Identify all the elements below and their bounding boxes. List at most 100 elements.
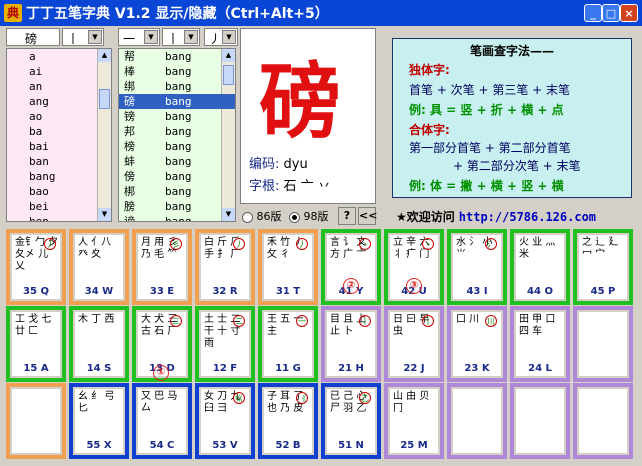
key-face: 白 斤 ⺁ 手 扌 厂 32 R丿	[201, 235, 249, 299]
char-list-item[interactable]: 绑 bang	[119, 79, 235, 94]
key-label: 44 O	[527, 286, 553, 297]
char-list[interactable]: ▲ ▼ 帮 bang 棒 bang 绑 bang 磅 bang 镑 bang 邦 bang 榜 bang 蚌…	[118, 48, 236, 222]
pinyin-list-item[interactable]: ai	[7, 64, 111, 79]
pinyin-list-item[interactable]: bao	[7, 184, 111, 199]
key-label: 34 W	[84, 286, 114, 297]
wubi-key[interactable]: 禾 竹 丿 攵 彳 31 T丿	[258, 229, 318, 305]
radio-86-label[interactable]: 86版	[257, 210, 282, 223]
radio-98[interactable]	[289, 211, 300, 223]
key-radicals: 又 巴 马 厶	[141, 391, 178, 414]
key-label: 12 F	[212, 363, 238, 374]
char-list-pinyin: bang	[165, 140, 192, 153]
char-list-item[interactable]: 谤 bang	[119, 214, 235, 221]
key-face: 工 戈 七 廿 匚 15 A	[12, 312, 60, 376]
minimize-button[interactable]: _	[584, 4, 602, 22]
char-list-item[interactable]: 蚌 bang	[119, 154, 235, 169]
wubi-key[interactable]	[510, 383, 570, 459]
wubi-key[interactable]: 土 士 二 干 十 寸 雨 12 F二	[195, 306, 255, 382]
wubi-key[interactable]: 日 曰 早 虫 22 J丨	[384, 306, 444, 382]
key-stroke-circle: 《	[296, 392, 308, 404]
key-face: 人 亻八 癶 夊 34 W	[75, 235, 123, 299]
char-list-item[interactable]: 梆 bang	[119, 184, 235, 199]
wubi-key[interactable]: 月 用 彡 乃 毛 ⺮ 33 E彡	[132, 229, 192, 305]
pinyin-scrollbar[interactable]: ▲ ▼	[97, 49, 111, 221]
wubi-key[interactable]: 田 甲 口 四 车 24 L	[510, 306, 570, 382]
wubi-key[interactable]: 山 由 贝 冂 25 M	[384, 383, 444, 459]
pinyin-list-item[interactable]: a	[7, 49, 111, 64]
wubi-key[interactable]: 工 戈 七 廿 匚 15 A	[6, 306, 66, 382]
wubi-key[interactable]: 已 己 心 尸 羽 乙 51 N乙	[321, 383, 381, 459]
wubi-key[interactable]: 又 巴 马 厶 54 C	[132, 383, 192, 459]
char-search-input[interactable]: 磅	[6, 28, 60, 46]
wubi-key[interactable]: 目 且 上 止 卜 21 H丨	[321, 306, 381, 382]
chevron-down-icon[interactable]: ▼	[184, 30, 198, 44]
chevron-down-icon[interactable]: ▼	[88, 30, 102, 44]
wubi-key[interactable]: 白 斤 ⺁ 手 扌 厂 32 R丿	[195, 229, 255, 305]
stroke3-select[interactable]: 丨 ▼	[162, 28, 200, 46]
radio-86[interactable]	[242, 211, 253, 223]
wubi-key[interactable]: 水 氵 小 ⺌ 43 I氵	[447, 229, 507, 305]
wubi-key[interactable]: 子 耳 了 也 乃 皮 52 B 《	[258, 383, 318, 459]
wubi-key[interactable]	[573, 383, 633, 459]
pinyin-list-item[interactable]: ang	[7, 94, 111, 109]
wubi-key[interactable]: 幺 纟 弓 匕 55 X	[69, 383, 129, 459]
key-label: 52 B	[275, 440, 301, 451]
char-list-item[interactable]: 邦 bang	[119, 124, 235, 139]
stroke4-select[interactable]: 丿 ▼	[204, 28, 238, 46]
pinyin-list-item[interactable]: ao	[7, 109, 111, 124]
char-list-char: 蚌	[124, 155, 135, 168]
key-face	[579, 389, 627, 453]
code-line: 编码: dyu	[249, 153, 308, 172]
chevron-down-icon[interactable]: ▼	[222, 30, 236, 44]
scroll-thumb[interactable]	[99, 89, 110, 109]
char-list-item[interactable]: 棒 bang	[119, 64, 235, 79]
wubi-key[interactable]: 火 业 灬 米 44 O	[510, 229, 570, 305]
close-button[interactable]: ×	[620, 4, 638, 22]
pinyin-list-item[interactable]: ben	[7, 214, 111, 221]
scroll-up-icon[interactable]: ▲	[98, 49, 111, 62]
wubi-key[interactable]: 之 辶 廴 冖 宀 45 P	[573, 229, 633, 305]
key-label: 45 P	[590, 286, 616, 297]
wubi-key[interactable]: 人 亻八 癶 夊 34 W	[69, 229, 129, 305]
wubi-key[interactable]: 口 川 23 K川	[447, 306, 507, 382]
char-search-value: 磅	[25, 32, 38, 46]
pinyin-list-item[interactable]: ban	[7, 154, 111, 169]
char-list-item[interactable]: 膀 bang	[119, 199, 235, 214]
wubi-key[interactable]: 王 五 一 主 11 G一	[258, 306, 318, 382]
wubi-key[interactable]: 木 丁 西 14 S	[69, 306, 129, 382]
char-list-item[interactable]: 镑 bang	[119, 109, 235, 124]
stroke1-select[interactable]: 丨 ▼	[62, 28, 104, 46]
pinyin-list-item[interactable]: bai	[7, 139, 111, 154]
collapse-button[interactable]: <<	[358, 207, 377, 225]
char-list-char: 绑	[124, 80, 135, 93]
maximize-button[interactable]: □	[602, 4, 620, 22]
char-list-item[interactable]: 磅 bang	[119, 94, 235, 109]
key-stroke-circle: 乙	[359, 392, 371, 404]
wubi-key[interactable]	[573, 306, 633, 382]
key-stroke-circle: 巛	[233, 392, 245, 404]
wubi-key[interactable]: 女 刀 九 臼 彐 53 V巛	[195, 383, 255, 459]
char-list-item[interactable]: 傍 bang	[119, 169, 235, 184]
method-line: + 第二部分次笔 + 末笔	[453, 159, 581, 173]
pinyin-list-item[interactable]: ba	[7, 124, 111, 139]
pinyin-list[interactable]: ▲ ▼ aaianangaobabaibanbangbaobeibenbeng	[6, 48, 112, 222]
wubi-key[interactable]	[447, 383, 507, 459]
radio-98-label[interactable]: 98版	[304, 210, 329, 223]
key-face: 金钅勹 夕夂㐅 儿 乂 35 Q丿	[12, 235, 60, 299]
scroll-down-icon[interactable]: ▼	[98, 208, 111, 221]
pinyin-list-item[interactable]: bang	[7, 169, 111, 184]
stroke2-select[interactable]: 一 ▼	[118, 28, 160, 46]
key-label: 11 G	[275, 363, 301, 374]
key-face: 之 辶 廴 冖 宀 45 P	[579, 235, 627, 299]
pinyin-list-item[interactable]: an	[7, 79, 111, 94]
char-list-char: 帮	[124, 50, 135, 63]
help-button[interactable]: ?	[338, 207, 356, 225]
char-list-item[interactable]: 帮 bang	[119, 49, 235, 64]
website-link[interactable]: http://5786.126.com	[459, 210, 596, 224]
chevron-down-icon[interactable]: ▼	[144, 30, 158, 44]
wubi-key[interactable]	[6, 383, 66, 459]
pinyin-list-item[interactable]: bei	[7, 199, 111, 214]
key-label: 55 X	[86, 440, 112, 451]
char-list-item[interactable]: 榜 bang	[119, 139, 235, 154]
wubi-key[interactable]: 金钅勹 夕夂㐅 儿 乂 35 Q丿	[6, 229, 66, 305]
